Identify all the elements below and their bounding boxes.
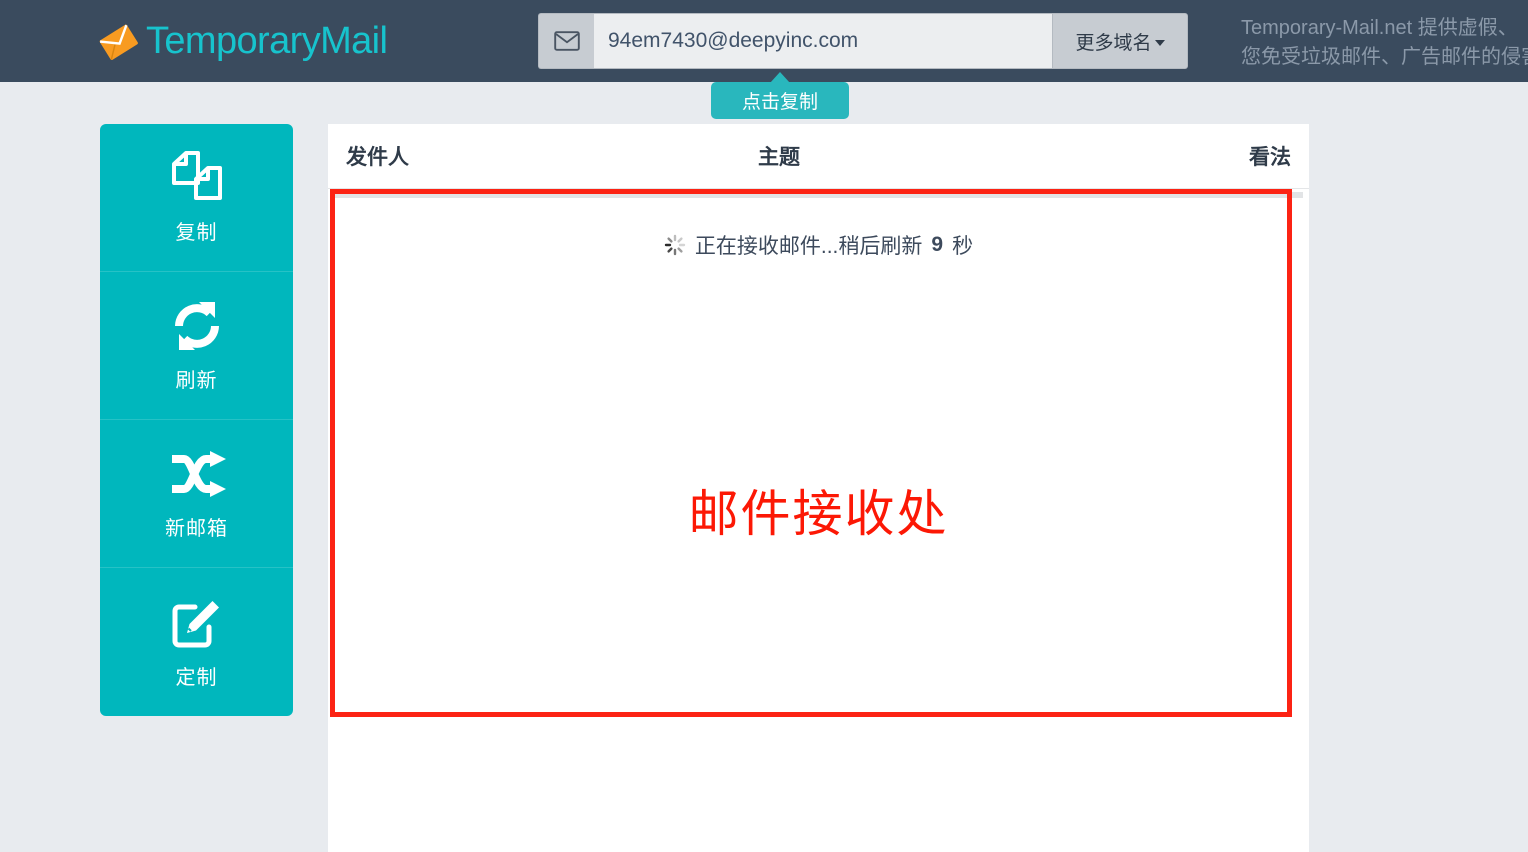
tagline-line-2: 您免受垃圾邮件、广告邮件的侵害: [1241, 43, 1528, 72]
caret-down-icon: [1155, 40, 1165, 46]
loading-spinner-icon: [664, 234, 686, 256]
email-address-input[interactable]: [594, 13, 1052, 69]
sidebar-item-refresh[interactable]: 刷新: [100, 272, 293, 420]
copy-tooltip[interactable]: 点击复制: [711, 82, 849, 119]
loading-text-suffix: 秒: [952, 230, 973, 260]
mail-area-annotation-text: 邮件接收处: [328, 474, 1309, 546]
copy-documents-icon: [168, 150, 226, 206]
sidebar-item-copy-label: 复制: [176, 216, 218, 245]
mail-list-top-strip: [334, 192, 1303, 198]
refresh-circular-arrows-icon: [169, 298, 225, 354]
mail-table-header: 发件人 主题 看法: [328, 124, 1309, 189]
sidebar-item-refresh-label: 刷新: [176, 364, 218, 393]
more-domains-label: 更多域名: [1075, 28, 1151, 55]
edit-pencil-square-icon: [169, 595, 225, 651]
brand-name: TemporaryMail: [146, 19, 387, 63]
column-header-view: 看法: [1175, 141, 1295, 171]
envelope-icon: [538, 13, 594, 69]
envelope-logo-icon: [96, 19, 140, 63]
sidebar-item-new-mailbox-label: 新邮箱: [165, 512, 228, 541]
loading-text-prefix: 正在接收邮件...稍后刷新: [695, 230, 923, 260]
email-input-group: 更多域名: [538, 13, 1188, 69]
tagline-line-1: Temporary-Mail.net 提供虚假、: [1241, 14, 1528, 43]
column-header-sender: 发件人: [342, 141, 742, 171]
sidebar-item-copy[interactable]: 复制: [100, 124, 293, 272]
more-domains-button[interactable]: 更多域名: [1052, 13, 1188, 69]
shuffle-arrows-icon: [168, 446, 226, 502]
brand-logo-link[interactable]: TemporaryMail: [96, 13, 387, 69]
action-sidebar: 复制 刷新 新邮箱: [100, 124, 293, 716]
sidebar-item-new-mailbox[interactable]: 新邮箱: [100, 420, 293, 568]
mail-loading-status: 正在接收邮件...稍后刷新 9秒: [328, 230, 1309, 260]
mail-panel: 发件人 主题 看法: [328, 124, 1309, 852]
sidebar-item-customize[interactable]: 定制: [100, 568, 293, 716]
mailbox-list: 正在接收邮件...稍后刷新 9秒 邮件接收处: [328, 192, 1309, 852]
column-header-subject: 主题: [742, 141, 1175, 171]
sidebar-item-customize-label: 定制: [176, 661, 218, 690]
site-tagline: Temporary-Mail.net 提供虚假、 您免受垃圾邮件、广告邮件的侵害: [1241, 14, 1528, 72]
site-header: TemporaryMail 更多域名 Temporary-Mail.net 提供…: [0, 0, 1528, 82]
loading-seconds: 9: [931, 233, 943, 257]
